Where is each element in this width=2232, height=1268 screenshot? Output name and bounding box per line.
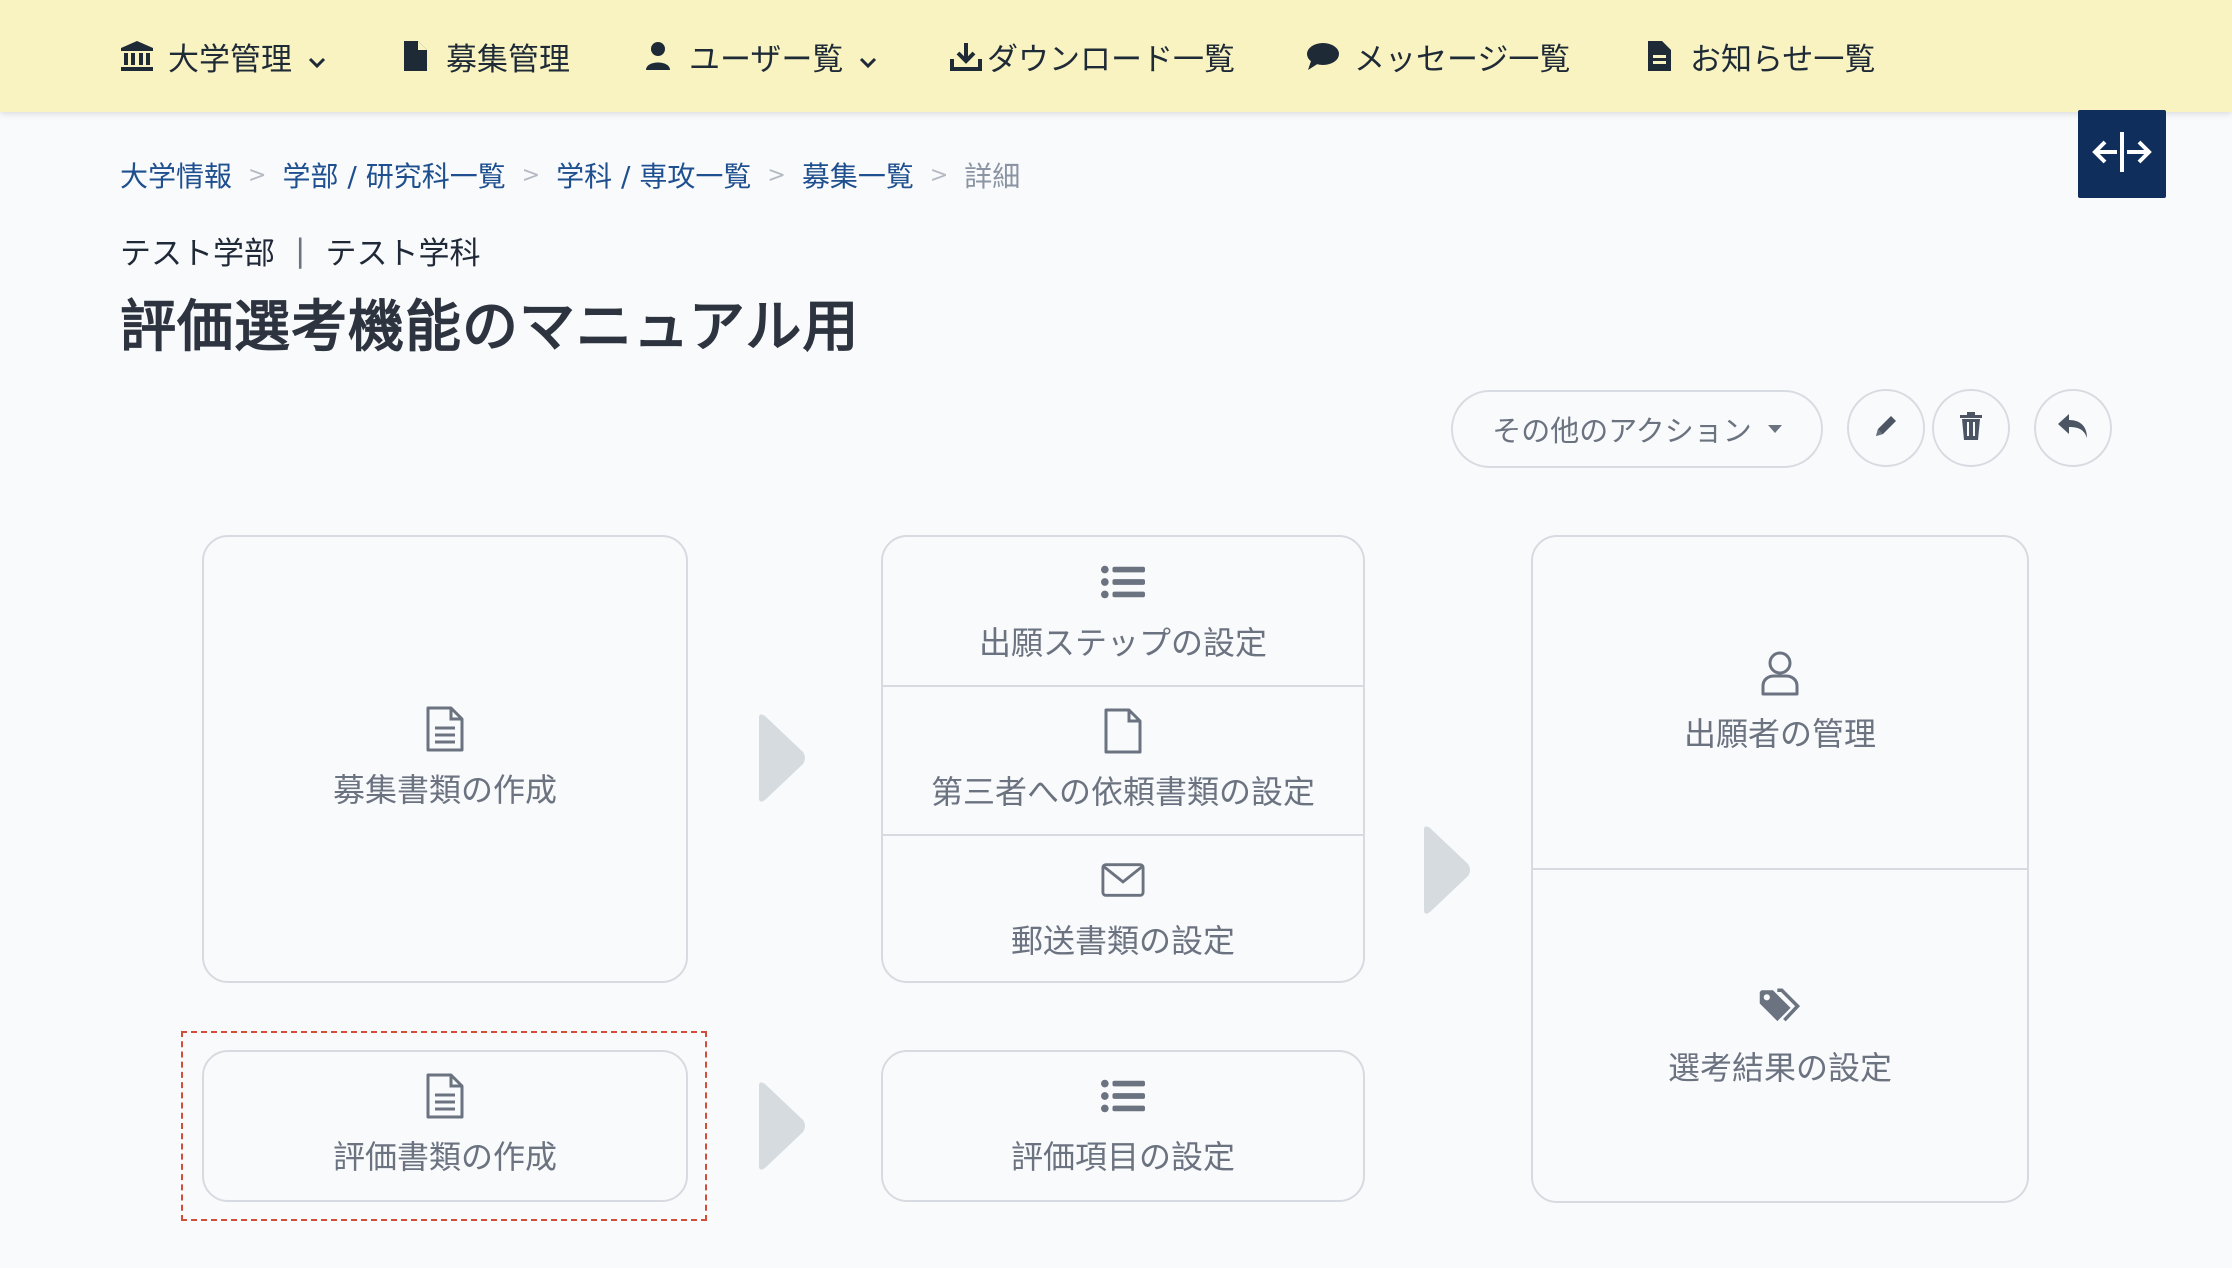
university-icon <box>120 39 154 73</box>
nav-message-list[interactable]: メッセージ一覧 <box>1306 0 1570 112</box>
tile-create-recruit-docs[interactable]: 募集書類の作成 <box>204 537 686 981</box>
document-icon <box>1642 39 1676 73</box>
nav-download-list[interactable]: ダウンロード一覧 <box>949 0 1235 112</box>
tile-application-steps[interactable]: 出願ステップの設定 <box>883 537 1363 686</box>
tile-label: 第三者への依頼書類の設定 <box>930 773 1315 811</box>
nav-label: ユーザー覧 <box>689 41 844 78</box>
flow-arrow-icon <box>1424 826 1470 914</box>
faculty-name: テスト学部 <box>120 236 275 272</box>
arrows-horizontal-icon <box>2092 128 2152 180</box>
nav-label: 大学管理 <box>168 41 292 78</box>
envelope-icon <box>1101 858 1145 902</box>
card-create-recruit-docs: 募集書類の作成 <box>202 535 688 983</box>
tile-selection-results[interactable]: 選考結果の設定 <box>1533 870 2027 1203</box>
list-icon <box>1101 560 1145 604</box>
file-icon <box>1101 708 1145 754</box>
download-icon <box>949 39 983 73</box>
subtitle-divider: | <box>295 232 306 269</box>
top-navigation-bar: 大学管理 募集管理 ユーザー覧 ダウンロード一覧 メッセージ一覧 お知らせ一覧 <box>0 0 2232 112</box>
breadcrumb-separator: > <box>929 162 949 188</box>
tile-label: 出願ステップの設定 <box>978 623 1267 662</box>
page-title: 評価選考機能のマニュアル用 <box>120 295 860 360</box>
nav-label: 募集管理 <box>446 41 570 78</box>
card-applicant-results: 出願者の管理 選考結果の設定 <box>1531 535 2029 1203</box>
tile-label: 出願者の管理 <box>1683 715 1876 753</box>
breadcrumb: 大学情報 > 学部 / 研究科一覧 > 学科 / 専攻一覧 > 募集一覧 > 詳… <box>120 154 1020 196</box>
delete-button[interactable] <box>1932 389 2010 467</box>
tile-eval-items[interactable]: 評価項目の設定 <box>883 1052 1363 1200</box>
breadcrumb-current: 詳細 <box>964 160 1021 193</box>
chevron-down-icon <box>306 45 328 69</box>
nav-notice-list[interactable]: お知らせ一覧 <box>1642 0 1875 112</box>
faculty-department-label: テスト学部 | テスト学科 <box>120 228 480 273</box>
tile-mail-docs[interactable]: 郵送書類の設定 <box>883 836 1363 983</box>
tags-icon <box>1758 985 1802 1029</box>
tile-third-party-docs[interactable]: 第三者への依頼書類の設定 <box>883 687 1363 835</box>
file-icon <box>398 39 432 73</box>
other-actions-dropdown[interactable]: その他のアクション <box>1451 390 1823 468</box>
user-outline-icon <box>1758 651 1802 696</box>
card-eval-items: 評価項目の設定 <box>881 1050 1365 1202</box>
back-button[interactable] <box>2034 389 2112 467</box>
breadcrumb-faculty-list[interactable]: 学部 / 研究科一覧 <box>282 155 505 195</box>
file-alt-icon <box>423 706 467 752</box>
other-actions-label: その他のアクション <box>1492 414 1752 448</box>
nav-label: お知らせ一覧 <box>1690 41 1876 78</box>
highlight-box <box>181 1031 707 1221</box>
breadcrumb-separator: > <box>248 162 267 188</box>
list-icon <box>1101 1074 1145 1118</box>
breadcrumb-recruitment-list[interactable]: 募集一覧 <box>802 155 914 195</box>
card-application-settings: 出願ステップの設定 第三者への依頼書類の設定 郵送書類の設定 <box>881 535 1365 983</box>
flow-arrow-icon <box>759 714 805 802</box>
tile-label: 選考結果の設定 <box>1667 1048 1892 1087</box>
chevron-down-icon <box>857 45 879 69</box>
comment-icon <box>1306 39 1340 73</box>
breadcrumb-separator: > <box>521 162 541 188</box>
tile-applicant-management[interactable]: 出願者の管理 <box>1533 537 2027 869</box>
user-icon <box>641 39 675 73</box>
breadcrumb-department-list[interactable]: 学科 / 専攻一覧 <box>556 155 751 195</box>
nav-university-management[interactable]: 大学管理 <box>120 0 328 112</box>
department-name: テスト学科 <box>325 236 481 272</box>
nav-label: ダウンロード一覧 <box>987 41 1235 78</box>
tile-label: 郵送書類の設定 <box>1010 921 1235 960</box>
caret-down-icon <box>1767 425 1782 433</box>
edit-button[interactable] <box>1847 389 1925 467</box>
reply-icon <box>2056 411 2090 445</box>
nav-label: メッセージ一覧 <box>1354 41 1571 78</box>
nav-user-list[interactable]: ユーザー覧 <box>641 0 879 112</box>
flow-arrow-icon <box>759 1082 805 1170</box>
trash-icon <box>1958 411 1984 445</box>
expand-width-button[interactable] <box>2078 110 2166 198</box>
breadcrumb-university-info[interactable]: 大学情報 <box>120 155 232 195</box>
tile-label: 募集書類の作成 <box>332 771 557 809</box>
breadcrumb-separator: > <box>767 162 786 188</box>
nav-recruitment-management[interactable]: 募集管理 <box>398 0 570 112</box>
pencil-icon <box>1871 411 1901 445</box>
tile-label: 評価項目の設定 <box>1010 1138 1235 1176</box>
